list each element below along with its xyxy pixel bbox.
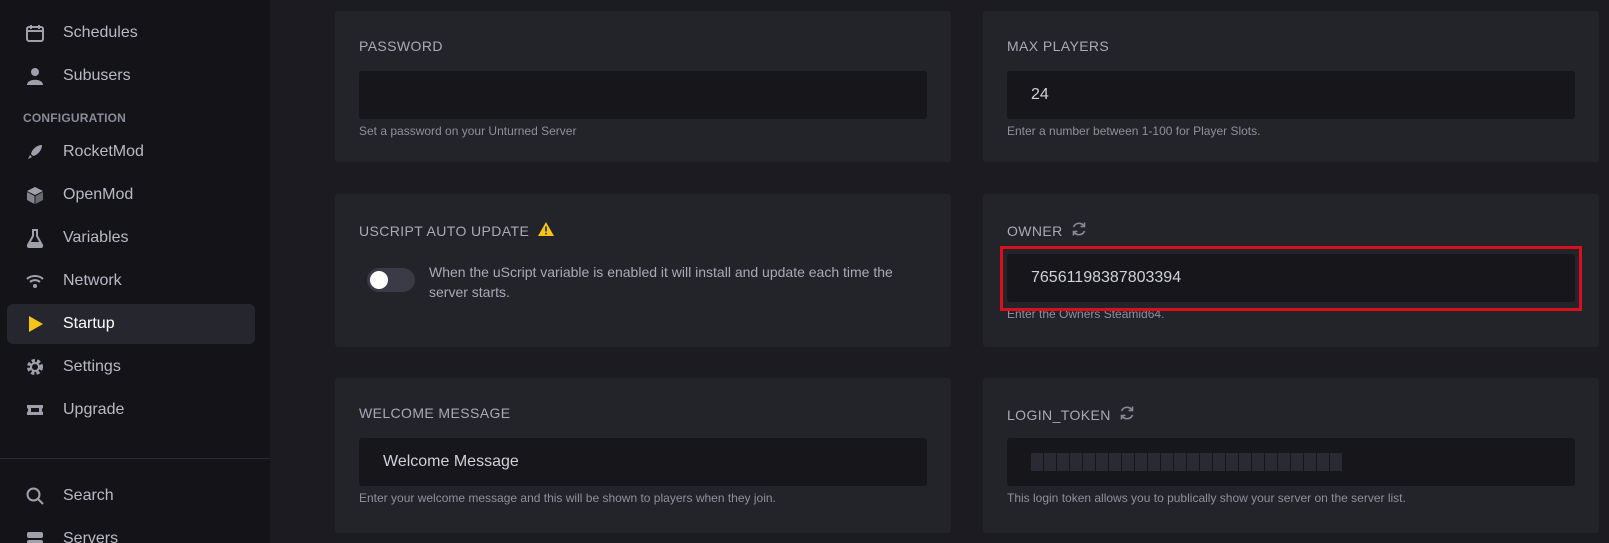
card-title: PASSWORD (359, 38, 443, 54)
owner-input[interactable]: 76561198387803394 (1007, 254, 1575, 302)
user-icon (24, 65, 46, 87)
wifi-icon (24, 270, 46, 292)
uscript-auto-update-card: USCRIPT AUTO UPDATE When the uScript var… (335, 194, 951, 347)
sidebar-item-label: Startup (63, 315, 115, 332)
login-token-input[interactable] (1007, 438, 1575, 486)
sidebar-item-label: RocketMod (63, 143, 144, 160)
sidebar-item-label: Subusers (63, 67, 131, 84)
card-title: LOGIN_TOKEN (1007, 405, 1135, 424)
sidebar-item-schedules[interactable]: Schedules (7, 13, 255, 53)
max-players-card: MAX PLAYERS 24 Enter a number between 1-… (983, 11, 1599, 162)
sidebar-item-openmod[interactable]: OpenMod (7, 175, 255, 215)
sidebar-divider (0, 458, 270, 459)
sidebar-item-subusers[interactable]: Subusers (7, 56, 255, 96)
sidebar-item-variables[interactable]: Variables (7, 218, 255, 258)
rocket-icon (24, 141, 46, 163)
redacted-token (1031, 453, 1343, 471)
login-token-card: LOGIN_TOKEN This login token allows you … (983, 378, 1599, 533)
sidebar-item-settings[interactable]: Settings (7, 347, 255, 387)
toggle-knob (370, 271, 388, 289)
sidebar-item-startup[interactable]: Startup (7, 304, 255, 344)
search-icon (24, 485, 46, 507)
ticket-icon (24, 399, 46, 421)
sidebar-item-label: Schedules (63, 24, 138, 41)
sidebar-item-label: OpenMod (63, 186, 134, 203)
sidebar-item-upgrade[interactable]: Upgrade (7, 390, 255, 430)
flask-icon (24, 227, 46, 249)
welcome-message-help-text: Enter your welcome message and this will… (359, 491, 776, 505)
max-players-help-text: Enter a number between 1-100 for Player … (1007, 124, 1261, 138)
server-icon (24, 528, 46, 543)
sidebar: Schedules Subusers CONFIGURATION RocketM… (0, 0, 270, 543)
login-token-help-text: This login token allows you to publicall… (1007, 491, 1406, 505)
card-title: MAX PLAYERS (1007, 38, 1110, 54)
password-input[interactable] (359, 71, 927, 119)
owner-card: OWNER 76561198387803394 Enter the Owners… (983, 194, 1599, 347)
card-title: OWNER (1007, 221, 1087, 240)
sidebar-item-label: Upgrade (63, 401, 125, 418)
calendar-icon (24, 22, 46, 44)
password-card: PASSWORD Set a password on your Unturned… (335, 11, 951, 162)
owner-help-text: Enter the Owners Steamid64. (1007, 307, 1165, 321)
sidebar-item-label: Variables (63, 229, 129, 246)
section-label-configuration: CONFIGURATION (23, 111, 127, 125)
sidebar-item-servers[interactable]: Servers (7, 519, 255, 543)
sidebar-item-rocketmod[interactable]: RocketMod (7, 132, 255, 172)
max-players-input[interactable]: 24 (1007, 71, 1575, 119)
password-help-text: Set a password on your Unturned Server (359, 124, 577, 138)
play-icon (24, 313, 46, 335)
uscript-toggle[interactable] (367, 268, 415, 292)
sidebar-item-label: Settings (63, 358, 121, 375)
sidebar-item-search[interactable]: Search (7, 476, 255, 516)
card-title: USCRIPT AUTO UPDATE (359, 221, 555, 240)
welcome-message-input[interactable]: Welcome Message (359, 438, 927, 486)
card-title: WELCOME MESSAGE (359, 405, 511, 421)
sidebar-item-label: Network (63, 272, 122, 289)
warning-icon (537, 221, 555, 240)
gear-icon (24, 356, 46, 378)
uscript-description: When the uScript variable is enabled it … (429, 264, 893, 300)
cube-icon (24, 184, 46, 206)
sidebar-item-label: Search (63, 487, 114, 504)
welcome-message-card: WELCOME MESSAGE Welcome Message Enter yo… (335, 378, 951, 533)
sidebar-item-label: Servers (63, 530, 119, 543)
sidebar-item-network[interactable]: Network (7, 261, 255, 301)
refresh-icon[interactable] (1119, 405, 1135, 424)
refresh-icon[interactable] (1071, 221, 1087, 240)
